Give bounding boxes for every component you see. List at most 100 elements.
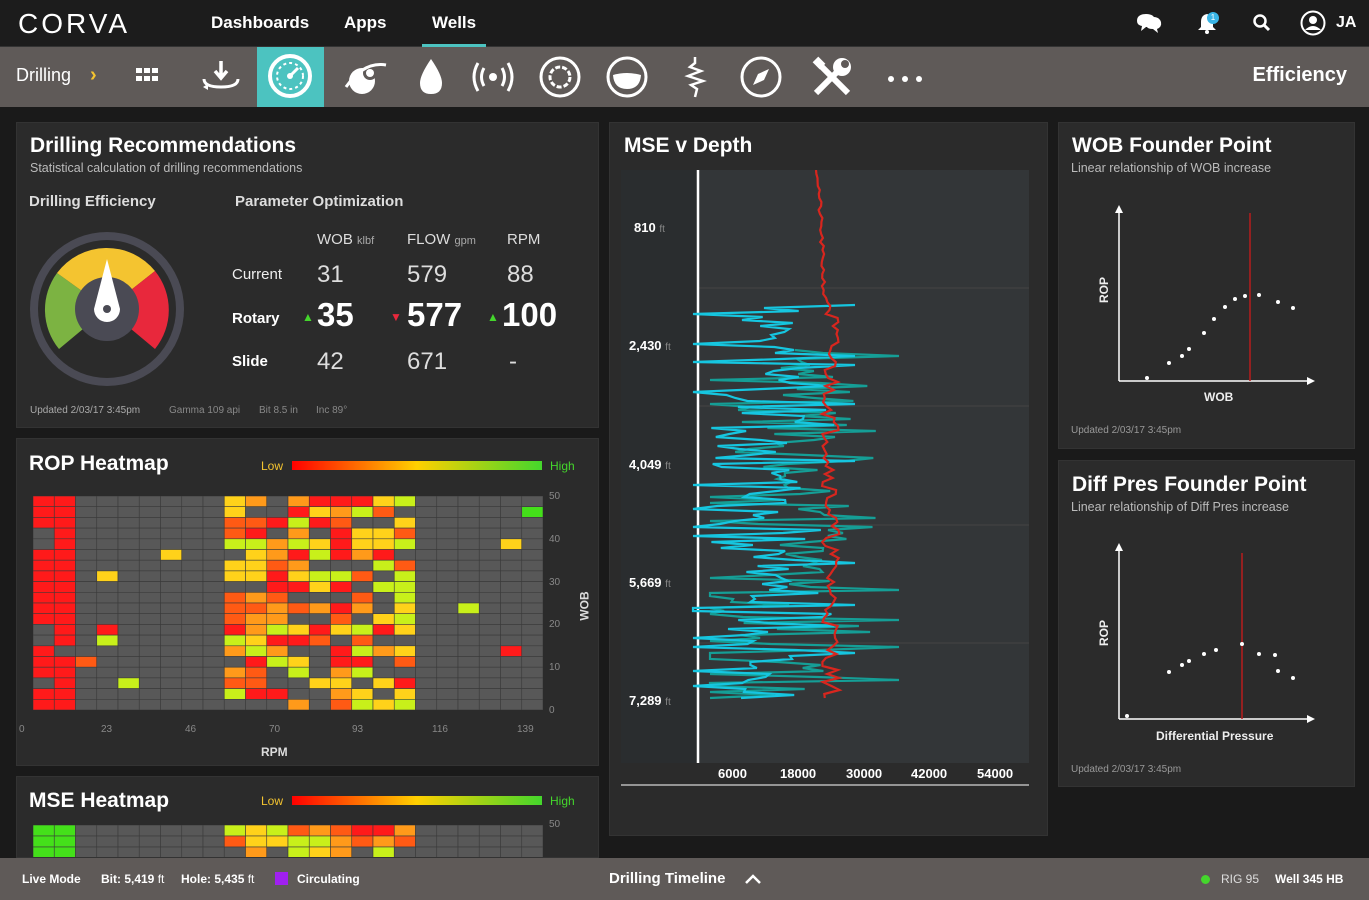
bowl-icon[interactable] xyxy=(602,53,652,103)
heatmap-cell xyxy=(75,549,98,561)
heatmap-cell xyxy=(521,634,543,647)
heatmap-cell xyxy=(330,592,353,604)
heatmap-cell xyxy=(266,846,289,857)
nav-wells[interactable]: Wells xyxy=(422,0,487,47)
bit-depth: Bit: 5,419 ft xyxy=(101,872,165,886)
seismic-icon[interactable] xyxy=(670,53,720,103)
corva-logo[interactable]: CORVA xyxy=(18,8,130,40)
drilling-timeline-toggle[interactable]: Drilling Timeline xyxy=(609,870,725,887)
heatmap-cell xyxy=(415,581,438,593)
heatmap-cell xyxy=(223,634,246,647)
user-initials[interactable]: JA xyxy=(1336,14,1356,32)
header-rpm: RPM xyxy=(507,231,541,248)
heatmap-cell xyxy=(138,846,161,857)
nav-dashboards[interactable]: Dashboards xyxy=(211,0,309,47)
heatmap-cell xyxy=(245,496,268,507)
heatmap-cell xyxy=(287,602,310,614)
live-mode-toggle[interactable]: Live Mode xyxy=(22,872,81,886)
avatar-icon[interactable] xyxy=(1300,10,1326,36)
heatmap-cell xyxy=(415,602,438,614)
nav-apps[interactable]: Apps xyxy=(344,0,387,47)
heatmap-cell xyxy=(415,688,438,700)
legend-high: High xyxy=(550,794,575,808)
heatmap-cell xyxy=(96,835,119,848)
heatmap-cell xyxy=(351,688,374,700)
heatmap-cell xyxy=(75,666,98,679)
heatmap-cell xyxy=(478,677,501,689)
heatmap-cell xyxy=(287,581,310,593)
heatmap-cell xyxy=(415,527,438,540)
heatmap-cell xyxy=(75,613,98,625)
heatmap-cell xyxy=(117,645,140,657)
heatmap-cell xyxy=(96,538,119,550)
heatmap-cell xyxy=(53,666,76,679)
heatmap-cell xyxy=(96,846,119,857)
planet-icon[interactable] xyxy=(340,53,390,103)
rig-name: RIG 95 xyxy=(1221,872,1260,886)
heatmap-cell xyxy=(181,527,204,540)
heatmap-cell xyxy=(33,699,55,710)
heatmap-cell xyxy=(457,825,480,837)
x-tick: 139 xyxy=(517,724,534,735)
heatmap-cell xyxy=(287,634,310,647)
broadcast-icon[interactable] xyxy=(468,53,518,103)
heatmap-cell xyxy=(96,496,119,507)
y-axis-label: ROP xyxy=(1097,276,1112,304)
heatmap-cell xyxy=(96,527,119,540)
heatmap-cell xyxy=(287,570,310,582)
gear-ring-icon[interactable] xyxy=(535,53,585,103)
heatmap-cell xyxy=(266,634,289,647)
tools-icon[interactable] xyxy=(808,53,858,103)
heatmap-cell xyxy=(351,645,374,657)
well-name[interactable]: Well 345 HB xyxy=(1275,872,1343,886)
heatmap-cell xyxy=(308,549,331,561)
heatmap-cell xyxy=(202,592,225,604)
heatmap-cell xyxy=(75,517,98,529)
heatmap-cell xyxy=(393,835,416,848)
heatmap-cell xyxy=(393,624,416,636)
compass-icon[interactable] xyxy=(736,53,786,103)
heatmap-cell xyxy=(53,602,76,614)
search-icon[interactable] xyxy=(1252,13,1272,33)
heatmap-cell xyxy=(393,570,416,582)
heatmap-cell xyxy=(181,835,204,848)
drop-icon[interactable] xyxy=(406,53,456,103)
chevron-up-icon[interactable] xyxy=(744,872,762,886)
heatmap-cell xyxy=(117,656,140,668)
heatmap-cell xyxy=(521,624,543,636)
heatmap-cell xyxy=(181,624,204,636)
heatmap-cell xyxy=(138,602,161,614)
heatmap-cell xyxy=(393,613,416,625)
heatmap-cell xyxy=(372,559,395,572)
x-axis-label: RPM xyxy=(261,745,288,759)
heatmap-cell xyxy=(266,677,289,689)
heatmap-cell xyxy=(351,559,374,572)
chat-icon[interactable] xyxy=(1133,11,1167,35)
heatmap-cell xyxy=(53,527,76,540)
heatmap-cell xyxy=(330,602,353,614)
heatmap-cell xyxy=(53,699,76,710)
heatmap-cell xyxy=(181,538,204,550)
legend-gradient xyxy=(292,461,542,470)
heatmap-cell xyxy=(160,634,183,647)
heatmap-cell xyxy=(478,517,501,529)
more-icon[interactable] xyxy=(880,53,930,103)
mse-depth-panel: MSE v Depth 810 ft 2,430 ft 4,049 ft 5,6… xyxy=(609,122,1048,836)
heatmap-cell xyxy=(393,846,416,857)
tab-efficiency-gauge[interactable] xyxy=(257,47,324,107)
heatmap-cell xyxy=(372,634,395,647)
heatmap-cell xyxy=(75,538,98,550)
breadcrumb[interactable]: Drilling xyxy=(16,65,71,86)
heatmap-cell xyxy=(308,699,331,710)
heatmap-cell xyxy=(308,846,331,857)
app-toolbar: Drilling › Efficiency xyxy=(0,47,1369,107)
heatmap-cell xyxy=(521,517,543,529)
heatmap-cell xyxy=(500,624,523,636)
grid-icon[interactable] xyxy=(128,53,178,103)
heatmap-cell xyxy=(160,559,183,572)
download-rotate-icon[interactable] xyxy=(196,53,246,103)
heatmap-cell xyxy=(223,825,246,837)
heatmap-cell xyxy=(75,506,98,518)
heatmap-cell xyxy=(33,634,55,647)
heatmap-cell xyxy=(287,624,310,636)
